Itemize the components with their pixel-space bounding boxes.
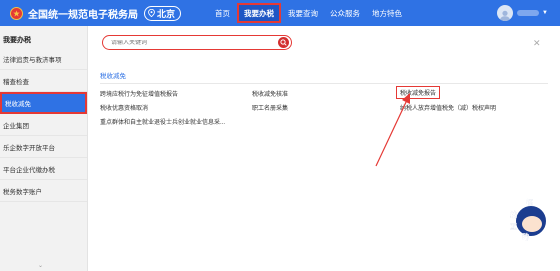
sidebar-expand-icon[interactable]: ⌄ — [38, 262, 43, 269]
nav-local-features[interactable]: 地方特色 — [367, 3, 407, 23]
nav-do-tax[interactable]: 我要办税 — [237, 3, 281, 23]
nav-public-service[interactable]: 公众服务 — [325, 3, 365, 23]
search-bar[interactable] — [102, 35, 292, 50]
search-button[interactable] — [278, 37, 289, 48]
sidebar-item-audit[interactable]: 稽查检查 — [0, 70, 87, 92]
mascot-char: 征 — [526, 200, 533, 207]
sidebar-title: 我要办税 — [3, 37, 31, 44]
sidebar-item-tax-relief[interactable]: 税收减免 — [0, 92, 87, 114]
chevron-down-icon[interactable]: ▼ — [542, 10, 548, 16]
section-divider — [100, 83, 548, 84]
sidebar: 我要办税 法律追责与救济事项 稽查检查 税收减免 企业集团 乐企数字开放平台 平… — [0, 26, 88, 271]
sidebar-item-platform-withholding[interactable]: 平台企业代缴办税 — [0, 158, 87, 180]
sidebar-item-enterprise-group[interactable]: 企业集团 — [0, 114, 87, 136]
username-redacted[interactable] — [517, 10, 539, 16]
link-tax-relief-report[interactable]: 税收减免报告 — [396, 86, 441, 99]
search-icon — [280, 39, 287, 46]
search-input[interactable] — [111, 39, 271, 46]
mascot-char: 动 — [522, 234, 529, 241]
location-label: 北京 — [157, 8, 176, 19]
mascot-char: 纳 — [510, 212, 517, 219]
collapse-icon[interactable]: ✕ — [533, 38, 541, 49]
top-header: 全国统一规范电子税务局 北京 首页 我要办税 我要查询 公众服务 地方特色 ▼ — [0, 0, 560, 26]
user-avatar[interactable] — [497, 5, 513, 21]
link-key-groups-info-collection[interactable]: 重点群体和自主就业退役士兵创业就业信息采... — [100, 117, 225, 126]
tax-interaction-mascot[interactable]: 征 纳 互 动 — [508, 198, 554, 244]
annotation-arrow — [375, 93, 410, 167]
main-panel: ✕ 税收减免 跨境应税行为免征增值税报告 税收优惠资格取消 重点群体和自主就业退… — [88, 26, 560, 271]
location-pin-icon — [148, 9, 155, 17]
section-label-tax-relief: 税收减免 — [100, 73, 126, 80]
nav-home[interactable]: 首页 — [210, 3, 235, 23]
tax-emblem-icon — [10, 6, 23, 20]
link-cross-border-vat-report[interactable]: 跨境应税行为免征增值税报告 — [100, 89, 178, 98]
sidebar-item-digital-account[interactable]: 税务数字账户 — [0, 180, 87, 202]
location-selector[interactable]: 北京 — [144, 5, 182, 21]
link-tax-relief-approval[interactable]: 税收减免核准 — [252, 89, 288, 98]
mascot-face — [522, 216, 542, 232]
sidebar-item-legal-relief[interactable]: 法律追责与救济事项 — [0, 48, 87, 70]
link-cancel-preferential-qualification[interactable]: 税收优惠资格取消 — [100, 103, 148, 112]
nav-query[interactable]: 我要查询 — [283, 3, 323, 23]
sidebar-item-leqi-platform[interactable]: 乐企数字开放平台 — [0, 136, 87, 158]
link-waive-vat-exemption-statement[interactable]: 纳税人放弃增值税免（减）税权声明 — [400, 103, 496, 112]
mascot-char: 互 — [510, 224, 517, 231]
site-title: 全国统一规范电子税务局 — [28, 9, 138, 21]
main-nav: 首页 我要办税 我要查询 公众服务 地方特色 — [210, 0, 409, 26]
link-employee-roster-collection[interactable]: 职工名册采集 — [252, 103, 288, 112]
